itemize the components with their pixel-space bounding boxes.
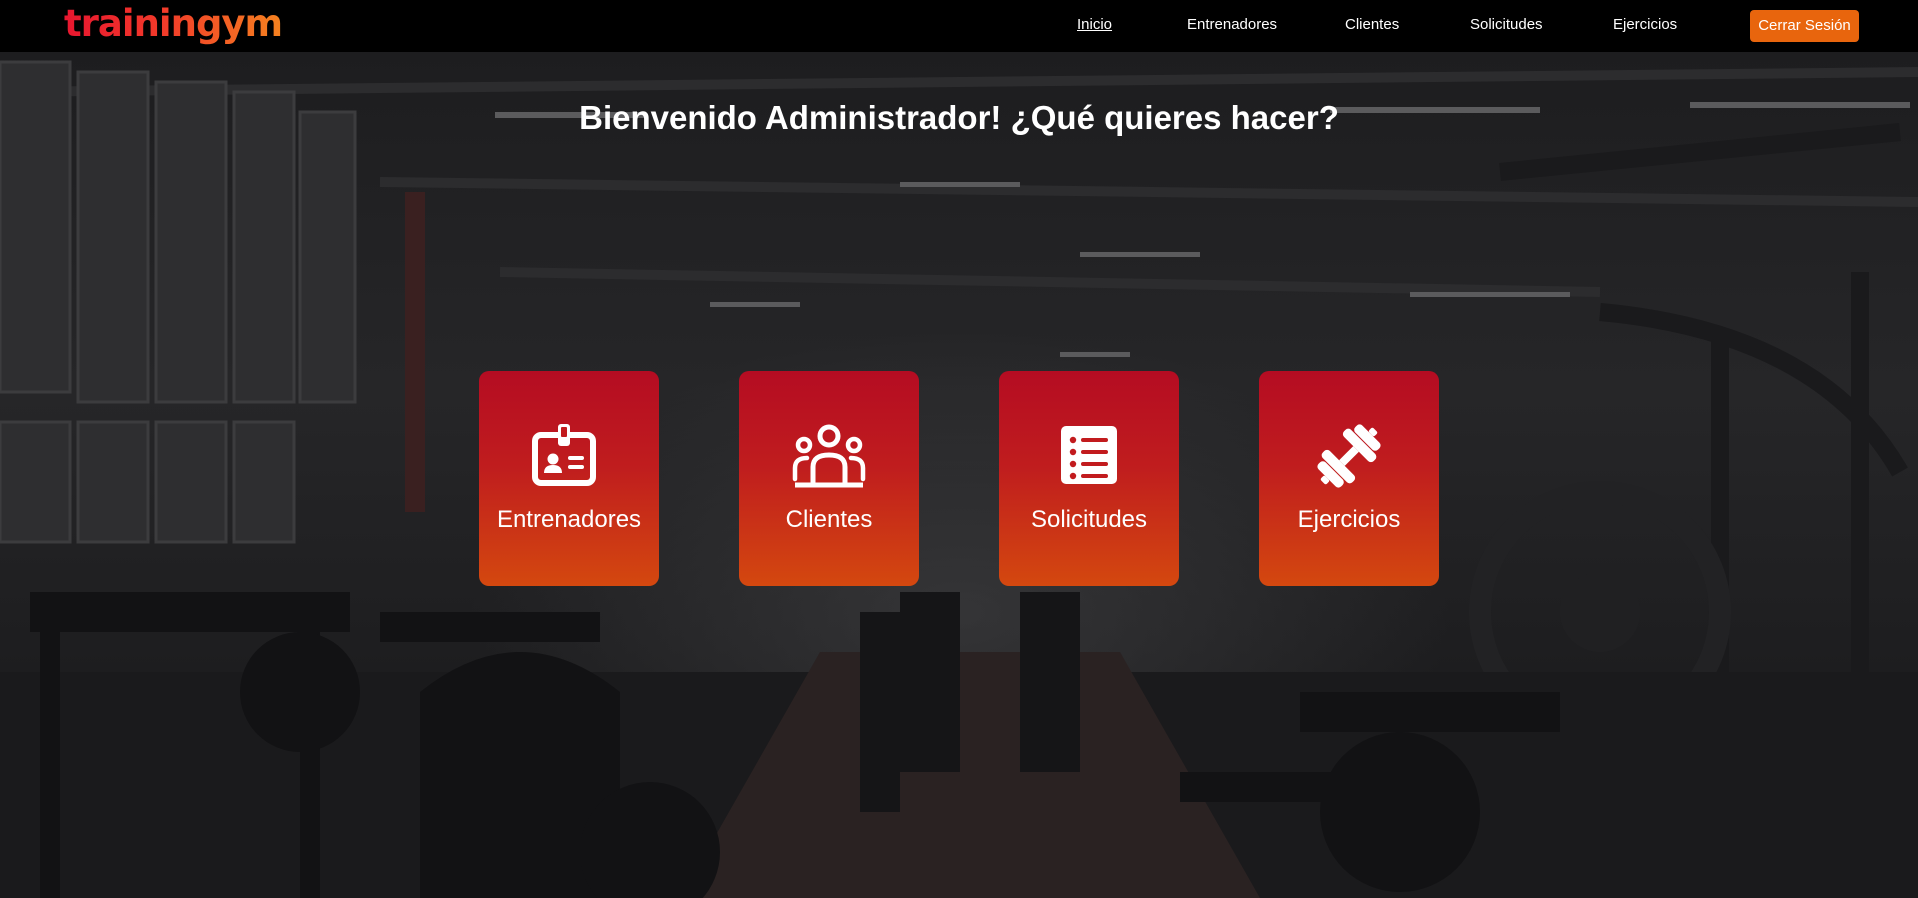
nav-link-entrenadores[interactable]: Entrenadores [1187, 15, 1277, 35]
logout-button[interactable]: Cerrar Sesión [1750, 10, 1859, 42]
card-label: Entrenadores [496, 506, 642, 533]
card-label: Solicitudes [1030, 506, 1148, 533]
id-badge-icon [532, 424, 596, 486]
nav-link-solicitudes[interactable]: Solicitudes [1470, 15, 1543, 35]
card-label: Ejercicios [1297, 506, 1401, 533]
gym-background-illustration [0, 60, 1918, 898]
page: trainingym Inicio Entrenadores Clientes … [0, 0, 1918, 898]
card-ejercicios[interactable]: Ejercicios [1259, 371, 1439, 586]
dumbbell-icon [1317, 424, 1381, 488]
card-label: Clientes [785, 506, 873, 533]
card-clientes[interactable]: Clientes [739, 371, 919, 586]
brand-logo[interactable]: trainingym [64, 2, 283, 46]
list-document-icon [1061, 426, 1117, 484]
top-navbar: trainingym Inicio Entrenadores Clientes … [0, 0, 1918, 52]
card-entrenadores[interactable]: Entrenadores [479, 371, 659, 586]
nav-link-clientes[interactable]: Clientes [1345, 15, 1399, 35]
users-group-icon [792, 424, 866, 488]
welcome-heading: Bienvenido Administrador! ¿Qué quieres h… [579, 99, 1339, 136]
card-solicitudes[interactable]: Solicitudes [999, 371, 1179, 586]
hero-background [0, 52, 1918, 898]
nav-link-ejercicios[interactable]: Ejercicios [1613, 15, 1677, 35]
nav-link-inicio[interactable]: Inicio [1077, 15, 1112, 35]
